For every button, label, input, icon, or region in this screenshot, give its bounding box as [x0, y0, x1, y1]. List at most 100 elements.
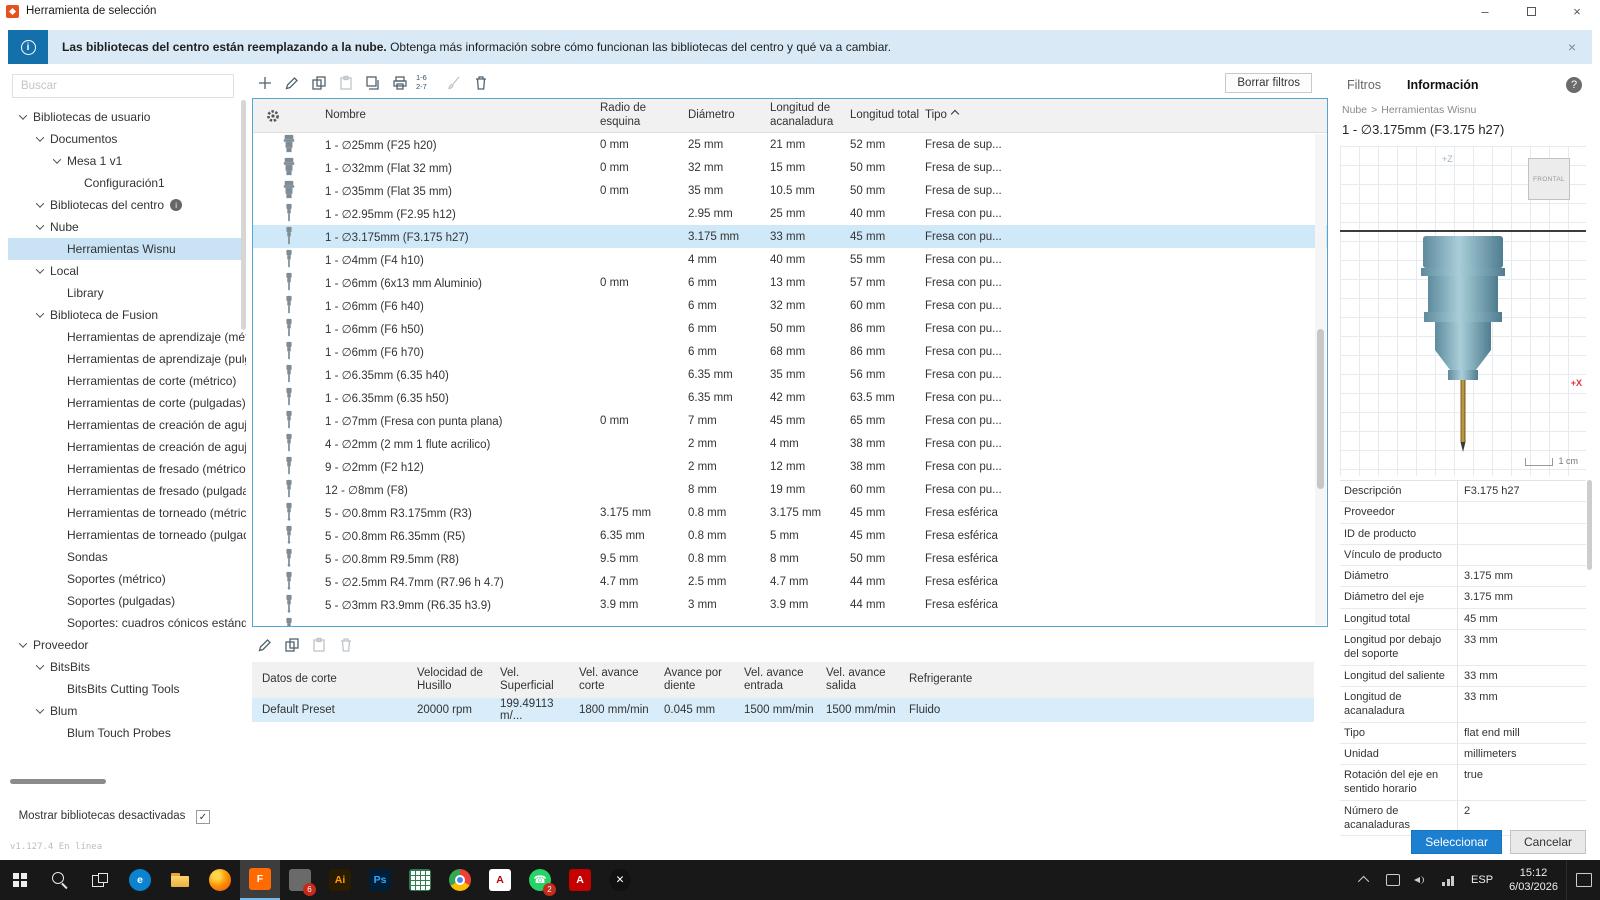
sidebar-item[interactable]: Bibliotecas de usuario — [8, 106, 246, 128]
chevron-down-icon[interactable] — [16, 110, 30, 124]
sidebar-item[interactable]: Mesa 1 v1 — [8, 150, 246, 172]
maximize-button[interactable] — [1508, 0, 1554, 22]
chevron-down-icon[interactable] — [16, 638, 30, 652]
paste-preset-button[interactable] — [308, 634, 330, 656]
column-settings-cell[interactable] — [253, 108, 325, 124]
taskbar-x-app[interactable]: ✕ — [600, 860, 640, 900]
network-icon[interactable] — [1442, 874, 1457, 886]
print-report-button[interactable] — [389, 72, 411, 94]
duplicate-tool-button[interactable] — [362, 72, 384, 94]
copy-preset-button[interactable] — [281, 634, 303, 656]
table-row[interactable]: 1 - ∅35mm (Flat 35 mm) 0 mm 35 mm 10.5 mm 50… — [253, 179, 1327, 202]
column-header[interactable]: Nombre — [325, 109, 600, 122]
sidebar-item[interactable]: Local — [8, 260, 246, 282]
chevron-down-icon[interactable] — [33, 264, 47, 278]
taskbar-acrobat[interactable]: A — [480, 860, 520, 900]
column-header[interactable]: Longitud de acanaladura — [770, 102, 850, 128]
taskbar-file-explorer[interactable] — [160, 860, 200, 900]
sidebar-item[interactable]: Nube — [8, 216, 246, 238]
select-button[interactable]: Seleccionar — [1411, 830, 1502, 854]
breadcrumb-parent[interactable]: Nube — [1342, 104, 1367, 116]
column-header[interactable]: Radio de esquina — [600, 102, 688, 128]
cutting-column-header[interactable]: Refrigerante — [899, 673, 1314, 686]
sidebar-item[interactable]: Blum Touch Probes — [8, 722, 246, 744]
add-tool-button[interactable] — [254, 72, 276, 94]
table-row[interactable]: 1 - ∅6mm (6x13 mm Aluminio) 0 mm 6 mm 13 mm… — [253, 271, 1327, 294]
chevron-down-icon[interactable] — [33, 198, 47, 212]
delete-preset-button[interactable] — [335, 634, 357, 656]
sidebar-item[interactable]: Herramientas Wisnu — [8, 238, 246, 260]
action-center-icon[interactable] — [1566, 860, 1600, 900]
keyboard-language[interactable]: ESP — [1463, 874, 1501, 886]
cutting-column-header[interactable]: Vel. Superficial — [490, 667, 569, 693]
table-scrollbar-thumb[interactable] — [1317, 329, 1324, 489]
taskbar-task-view[interactable] — [80, 860, 120, 900]
column-header[interactable]: Longitud total — [850, 109, 925, 122]
table-row[interactable]: 1 - ∅6mm (F6 h50) 6 mm 50 mm 86 mm Fresa con… — [253, 317, 1327, 340]
clear-filters-button[interactable]: Borrar filtros — [1225, 73, 1312, 93]
table-row[interactable]: 5 - ∅0.8mm R9.5mm (R8) 9.5 mm 0.8 mm 8 mm 50… — [253, 547, 1327, 570]
volume-icon[interactable] — [1414, 874, 1428, 886]
cutting-column-header[interactable]: Velocidad de Husillo — [407, 667, 490, 693]
table-row[interactable]: 1 - ∅6mm (F6 h70) 6 mm 68 mm 86 mm Fresa con… — [253, 340, 1327, 363]
info-panel-scrollbar[interactable] — [1587, 480, 1592, 570]
sidebar-item[interactable]: Herramientas de creación de agujer — [8, 414, 246, 436]
sidebar-item[interactable]: Herramientas de aprendizaje (métri — [8, 326, 246, 348]
sidebar-item[interactable]: Proveedor — [8, 634, 246, 656]
sidebar-item[interactable]: Library — [8, 282, 246, 304]
sidebar-item[interactable]: Herramientas de torneado (pulgada — [8, 524, 246, 546]
cutting-column-header[interactable]: Datos de corte — [252, 673, 407, 686]
taskbar-firefox[interactable] — [200, 860, 240, 900]
view-cube[interactable]: FRONTAL — [1528, 158, 1570, 200]
sidebar-horizontal-scrollbar[interactable] — [10, 779, 106, 784]
chevron-down-icon[interactable] — [50, 154, 64, 168]
taskbar-whatsapp[interactable]: ☎ 2 — [520, 860, 560, 900]
banner-close-icon[interactable]: × — [1552, 39, 1592, 55]
show-disabled-checkbox[interactable]: ✓ — [196, 810, 210, 824]
renumber-tools-button[interactable]: 1-6 2-7 — [416, 72, 438, 94]
tab-informacion[interactable]: Información — [1394, 71, 1492, 99]
taskbar-autodesk-app[interactable]: A — [560, 860, 600, 900]
sidebar-item[interactable]: Herramientas de aprendizaje (pulga — [8, 348, 246, 370]
table-row[interactable]: 1 - ∅6.35mm (6.35 h40) 6.35 mm 35 mm 56 mm F… — [253, 363, 1327, 386]
sidebar-item[interactable]: Biblioteca de Fusion — [8, 304, 246, 326]
edit-tool-button[interactable] — [281, 72, 303, 94]
cutting-column-header[interactable]: Avance por diente — [654, 667, 734, 693]
column-header[interactable]: Diámetro — [688, 109, 770, 122]
sidebar-item[interactable]: Herramientas de fresado (métrico) — [8, 458, 246, 480]
hidden-icons-chevron-icon[interactable] — [1357, 875, 1370, 888]
cancel-button[interactable]: Cancelar — [1509, 830, 1586, 854]
table-row[interactable]: 1 - ∅7mm (Fresa con punta plana) 0 mm 7 mm… — [253, 409, 1327, 432]
table-row[interactable]: 1 - ∅6.35mm (6.35 h50) 6.35 mm 42 mm 63.5 m… — [253, 386, 1327, 409]
sidebar-item[interactable]: Herramientas de corte (métrico) — [8, 370, 246, 392]
close-button[interactable]: × — [1554, 0, 1600, 22]
table-row[interactable]: 9 - ∅2mm (F2 h12) 2 mm 12 mm 38 mm Fresa con… — [253, 455, 1327, 478]
table-scrollbar-track[interactable] — [1315, 134, 1326, 625]
sidebar-item[interactable]: Bibliotecas del centro i — [8, 194, 246, 216]
preset-row[interactable]: Default Preset 20000 rpm 199.49113 m/... 18… — [252, 698, 1314, 722]
chevron-down-icon[interactable] — [33, 132, 47, 146]
sidebar-item[interactable]: Herramientas de creación de agujer — [8, 436, 246, 458]
sidebar-item[interactable]: Soportes: cuadros cónicos estándar — [8, 612, 246, 634]
chevron-down-icon[interactable] — [33, 704, 47, 718]
table-row[interactable]: 1 - ∅32mm (Flat 32 mm) 0 mm 32 mm 15 mm 50 m… — [253, 156, 1327, 179]
delete-tool-button[interactable] — [470, 72, 492, 94]
sidebar-item[interactable]: Soportes (métrico) — [8, 568, 246, 590]
sidebar-item[interactable]: Configuración1 — [8, 172, 246, 194]
taskbar-start[interactable] — [0, 860, 40, 900]
sidebar-item[interactable]: Herramientas de fresado (pulgadas — [8, 480, 246, 502]
table-row[interactable]: 5 - ∅0.8mm R6.35mm (R5) 6.35 mm 0.8 mm 5 mm… — [253, 524, 1327, 547]
table-row[interactable]: 1 - ∅25mm (F25 h20) 0 mm 25 mm 21 mm 52 mm Fr… — [253, 133, 1327, 156]
taskbar-cad-utility[interactable]: 6 — [280, 860, 320, 900]
device-tray-icon[interactable] — [1386, 874, 1401, 886]
table-row[interactable]: 1 - ∅4mm (F4 h10) 4 mm 40 mm 55 mm Fresa con… — [253, 248, 1327, 271]
cutting-column-header[interactable]: Vel. avance salida — [816, 667, 899, 693]
table-row[interactable]: 5 - ∅2.5mm R4.7mm (R7.96 h 4.7) 4.7 mm 2.5… — [253, 570, 1327, 593]
sidebar-item[interactable]: BitsBits — [8, 656, 246, 678]
brush-button[interactable] — [443, 72, 465, 94]
taskbar-fusion-360[interactable]: F — [240, 860, 280, 900]
table-row[interactable]: 5 - ∅0.8mm R3.175mm (R3) 3.175 mm 0.8 mm 3.… — [253, 501, 1327, 524]
paste-tool-button[interactable] — [335, 72, 357, 94]
sidebar-item[interactable]: Herramientas de torneado (métrico — [8, 502, 246, 524]
table-row[interactable]: 1 - ∅6mm (F6 h40) 6 mm 32 mm 60 mm Fresa con… — [253, 294, 1327, 317]
